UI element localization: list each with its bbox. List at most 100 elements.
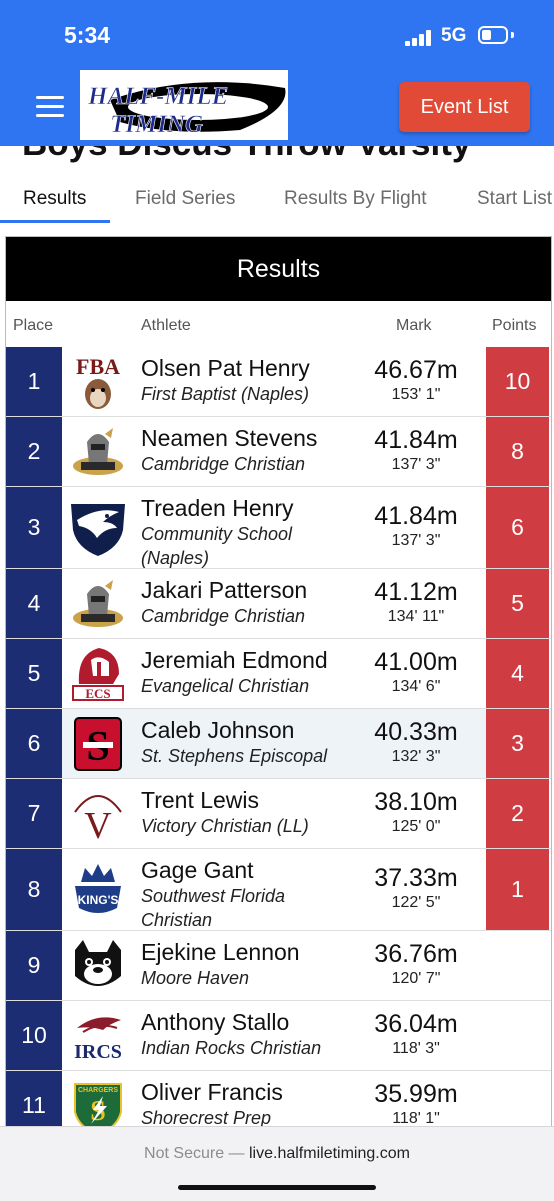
- result-row[interactable]: 4 Jakari Patterson Cambridge Christian 4…: [6, 569, 551, 639]
- athlete-info: Jakari Patterson Cambridge Christian: [141, 577, 361, 628]
- athlete-team: Cambridge Christian: [141, 606, 306, 626]
- mark-imperial: 120' 7": [391, 970, 441, 987]
- mark-cell: 46.67m 153' 1": [361, 355, 471, 405]
- mark-imperial: 132' 3": [391, 748, 441, 765]
- place-cell: 10: [6, 1001, 62, 1070]
- results-rows: 1 FBA Olsen Pat Henry First Baptist (Nap…: [6, 347, 551, 1137]
- browser-address-bar[interactable]: Not Secure — live.halfmiletiming.com: [0, 1126, 554, 1201]
- url-text: live.halfmiletiming.com: [249, 1145, 410, 1162]
- athlete-name[interactable]: Treaden Henry: [141, 495, 361, 522]
- svg-text:FBA: FBA: [76, 354, 120, 379]
- mark-cell: 37.33m 122' 5": [361, 863, 471, 913]
- svg-text:S: S: [90, 1096, 106, 1127]
- athlete-name[interactable]: Oliver Francis: [141, 1079, 361, 1106]
- svg-text:TIMING: TIMING: [110, 111, 203, 138]
- bulldog-logo-icon: [69, 936, 127, 996]
- site-header: HALF-MILE TIMING Event List: [0, 70, 554, 146]
- mark-metric: 46.67m: [374, 356, 458, 384]
- result-row[interactable]: 6 S Caleb Johnson St. Stephens Episcopal…: [6, 709, 551, 779]
- place-cell: 7: [6, 779, 62, 848]
- place-cell: 2: [6, 417, 62, 486]
- mark-metric: 36.76m: [374, 940, 458, 968]
- athlete-info: Caleb Johnson St. Stephens Episcopal: [141, 717, 361, 768]
- points-cell: 2: [486, 779, 549, 848]
- tab-start-list[interactable]: Start List: [477, 188, 552, 210]
- points-cell: [486, 931, 549, 1000]
- mark-imperial: 137' 3": [391, 532, 441, 549]
- athlete-info: Jeremiah Edmond Evangelical Christian: [141, 647, 361, 698]
- svg-text:HALF-MILE: HALF-MILE: [87, 83, 228, 110]
- svg-text:ECS: ECS: [85, 686, 110, 701]
- result-row[interactable]: 8 KING'S Gage Gant Southwest Florida Chr…: [6, 849, 551, 931]
- mark-metric: 36.04m: [374, 1010, 458, 1038]
- place-cell: 1: [6, 347, 62, 416]
- hamburger-menu-icon[interactable]: [36, 96, 66, 118]
- athlete-name[interactable]: Trent Lewis: [141, 787, 361, 814]
- half-mile-timing-logo[interactable]: HALF-MILE TIMING: [80, 70, 288, 140]
- svg-text:IRCS: IRCS: [74, 1041, 122, 1063]
- points-cell: 8: [486, 417, 549, 486]
- athlete-team: Southwest Florida Christian: [141, 886, 286, 930]
- result-row[interactable]: 5 ECS Jeremiah Edmond Evangelical Christ…: [6, 639, 551, 709]
- knight-logo-icon: [69, 422, 127, 482]
- athlete-name[interactable]: Ejekine Lennon: [141, 939, 361, 966]
- spartan-ecs-logo-icon: ECS: [69, 644, 127, 704]
- athlete-info: Ejekine Lennon Moore Haven: [141, 939, 361, 990]
- place-cell: 5: [6, 639, 62, 708]
- url-display[interactable]: Not Secure — live.halfmiletiming.com: [0, 1145, 554, 1163]
- mark-cell: 41.84m 137' 3": [361, 501, 471, 551]
- result-row[interactable]: 10 IRCS Anthony Stallo Indian Rocks Chri…: [6, 1001, 551, 1071]
- mark-cell: 40.33m 132' 3": [361, 717, 471, 767]
- v-logo-icon: V: [69, 784, 127, 847]
- network-type: 5G: [441, 25, 467, 46]
- athlete-name[interactable]: Caleb Johnson: [141, 717, 361, 744]
- status-time: 5:34: [64, 22, 111, 48]
- result-row[interactable]: 1 FBA Olsen Pat Henry First Baptist (Nap…: [6, 347, 551, 417]
- mark-cell: 38.10m 125' 0": [361, 787, 471, 837]
- event-list-button[interactable]: Event List: [399, 82, 530, 132]
- knight-logo-icon: [69, 574, 127, 634]
- athlete-info: Neamen Stevens Cambridge Christian: [141, 425, 361, 476]
- column-header-place: Place: [13, 317, 54, 334]
- tab-results[interactable]: Results: [23, 188, 86, 210]
- tab-field-series[interactable]: Field Series: [135, 188, 235, 210]
- kings-logo-icon: KING'S: [69, 860, 127, 920]
- athlete-name[interactable]: Anthony Stallo: [141, 1009, 361, 1036]
- athlete-name[interactable]: Olsen Pat Henry: [141, 355, 361, 382]
- mark-imperial: 137' 3": [391, 456, 441, 473]
- athlete-team: Evangelical Christian: [141, 676, 310, 696]
- place-cell: 6: [6, 709, 62, 778]
- athlete-name[interactable]: Jakari Patterson: [141, 577, 361, 604]
- status-bar: 5:34 5G: [0, 0, 554, 70]
- athlete-info: Gage Gant Southwest Florida Christian: [141, 857, 361, 932]
- result-row[interactable]: 2 Neamen Stevens Cambridge Christian 41.…: [6, 417, 551, 487]
- results-panel: Results Place Athlete Mark Points 1 FBA …: [5, 236, 552, 1137]
- points-cell: 4: [486, 639, 549, 708]
- cellular-signal-icon: [405, 30, 435, 46]
- mark-metric: 35.99m: [374, 1080, 458, 1108]
- mark-metric: 41.00m: [374, 648, 458, 676]
- athlete-team: First Baptist (Naples): [141, 384, 310, 404]
- points-cell: 6: [486, 487, 549, 568]
- mark-cell: 41.84m 137' 3": [361, 425, 471, 475]
- svg-text:KING'S: KING'S: [78, 893, 119, 907]
- result-row[interactable]: 9 Ejekine Lennon Moore Haven 36.76m 120'…: [6, 931, 551, 1001]
- athlete-name[interactable]: Neamen Stevens: [141, 425, 361, 452]
- mark-cell: 35.99m 118' 1": [361, 1079, 471, 1129]
- result-row[interactable]: 3 Treaden Henry Community School (Naples…: [6, 487, 551, 569]
- not-secure-label: Not Secure: [144, 1145, 225, 1162]
- athlete-name[interactable]: Gage Gant: [141, 857, 361, 884]
- athlete-info: Oliver Francis Shorecrest Prep: [141, 1079, 361, 1130]
- athlete-name[interactable]: Jeremiah Edmond: [141, 647, 361, 674]
- st-logo-icon: S: [69, 714, 127, 774]
- mark-metric: 38.10m: [374, 788, 458, 816]
- mark-imperial: 125' 0": [391, 818, 441, 835]
- place-cell: 9: [6, 931, 62, 1000]
- result-row[interactable]: 7 V Trent Lewis Victory Christian (LL) 3…: [6, 779, 551, 849]
- mark-cell: 36.04m 118' 3": [361, 1009, 471, 1059]
- home-indicator[interactable]: [178, 1185, 376, 1190]
- results-heading: Results: [6, 237, 551, 301]
- mark-metric: 40.33m: [374, 718, 458, 746]
- tab-results-by-flight[interactable]: Results By Flight: [284, 188, 427, 210]
- tab-bar: Results Field Series Results By Flight S…: [0, 178, 554, 224]
